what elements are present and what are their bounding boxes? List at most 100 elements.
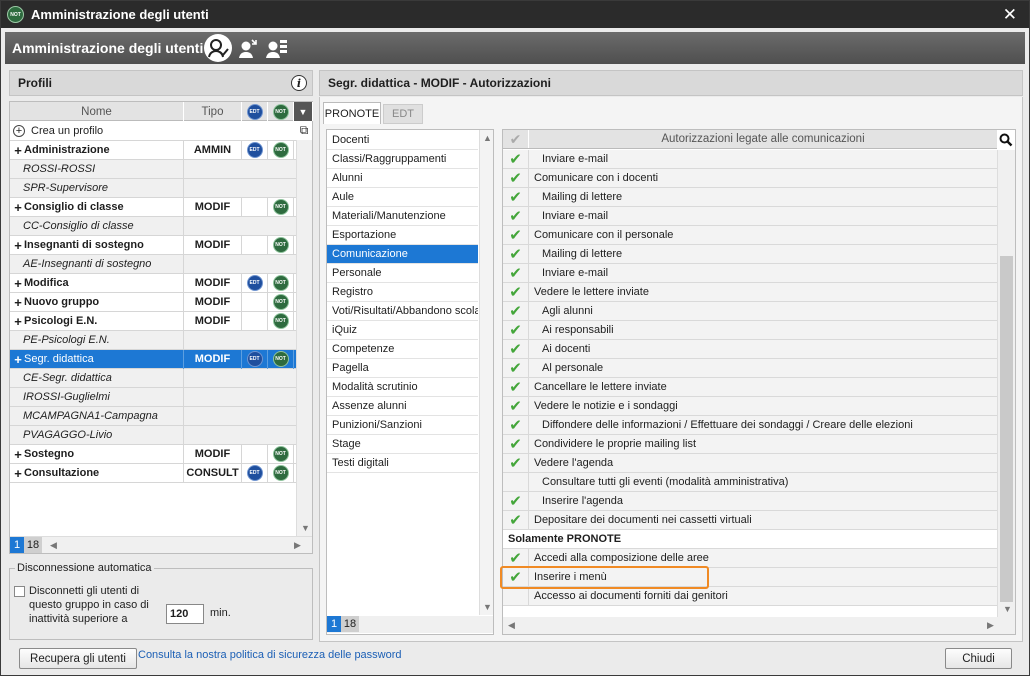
recover-users-button[interactable]: Recupera gli utenti — [19, 648, 137, 669]
profile-member-row[interactable]: IROSSI-Guglielmi — [10, 387, 296, 407]
category-item[interactable]: Aule — [327, 188, 478, 207]
checkmark-icon[interactable]: ✔ — [503, 415, 529, 435]
profile-member-row[interactable]: MCAMPAGNA1-Campagna — [10, 406, 296, 426]
scroll-down-icon[interactable]: ▼ — [301, 523, 310, 533]
permission-row[interactable]: ✔ Ai responsabili — [503, 320, 997, 340]
authorizations-vscroll[interactable]: ▼ — [997, 150, 1015, 617]
category-item[interactable]: Esportazione — [327, 226, 478, 245]
permission-row[interactable]: ✔ Condividere le proprie mailing list — [503, 434, 997, 454]
profile-member-row[interactable]: SPR-Supervisore — [10, 178, 296, 198]
check-all-icon[interactable]: ✔ — [503, 130, 529, 148]
search-icon[interactable] — [997, 130, 1015, 149]
category-item[interactable]: Punizioni/Sanzioni — [327, 416, 478, 435]
not-cell[interactable]: NOT — [268, 463, 294, 483]
users-profile-icon[interactable] — [204, 34, 232, 62]
category-item[interactable]: Assenze alunni — [327, 397, 478, 416]
col-nome[interactable]: Nome — [10, 102, 184, 121]
edt-cell[interactable] — [242, 235, 268, 255]
category-item[interactable]: iQuiz — [327, 321, 478, 340]
permission-checkbox[interactable] — [503, 472, 529, 492]
permission-checkbox[interactable] — [503, 586, 529, 606]
checkmark-icon[interactable]: ✔ — [503, 320, 529, 340]
checkmark-icon[interactable]: ✔ — [503, 206, 529, 226]
category-item[interactable]: Docenti — [327, 131, 478, 150]
checkmark-icon[interactable]: ✔ — [503, 358, 529, 378]
permission-row[interactable]: ✔ Ai docenti — [503, 339, 997, 359]
category-item[interactable]: Materiali/Manutenzione — [327, 207, 478, 226]
permission-row[interactable]: ✔ Al personale — [503, 358, 997, 378]
expand-icon[interactable]: + — [12, 447, 24, 462]
checkmark-icon[interactable]: ✔ — [503, 434, 529, 454]
category-item[interactable]: Alunni — [327, 169, 478, 188]
scroll-right-icon[interactable]: ▶ — [987, 620, 994, 631]
permission-row[interactable]: ✔ Agli alunni — [503, 301, 997, 321]
profiles-vscroll[interactable]: ▼ — [296, 140, 312, 536]
checkmark-icon[interactable]: ✔ — [503, 225, 529, 245]
category-item[interactable]: Competenze — [327, 340, 478, 359]
permission-row[interactable]: ✔ Vedere l'agenda — [503, 453, 997, 473]
permission-row[interactable]: ✔ Diffondere delle informazioni / Effettu… — [503, 415, 997, 435]
profile-member-row[interactable]: CC-Consiglio di classe — [10, 216, 296, 236]
edt-cell[interactable]: EDT — [242, 463, 268, 483]
col-edt[interactable]: EDT — [242, 102, 268, 121]
profile-group-row[interactable]: + Insegnanti di sostegno MODIF NOT — [10, 235, 296, 255]
permission-row[interactable]: ✔ Comunicare con il personale — [503, 225, 997, 245]
category-item[interactable]: Registro — [327, 283, 478, 302]
edt-cell[interactable]: EDT — [242, 273, 268, 293]
profile-group-row[interactable]: + Administrazione AMMIN EDT NOT — [10, 140, 296, 160]
edt-cell[interactable] — [242, 292, 268, 312]
permission-row[interactable]: ✔ Inviare e-mail — [503, 149, 997, 169]
permission-row[interactable]: ✔ Inserire l'agenda — [503, 491, 997, 511]
checkmark-icon[interactable]: ✔ — [503, 263, 529, 283]
col-not[interactable]: NOT — [268, 102, 294, 121]
not-cell[interactable]: NOT — [268, 235, 294, 255]
expand-icon[interactable]: + — [12, 466, 24, 481]
scroll-thumb[interactable] — [1000, 256, 1013, 602]
profile-member-row[interactable]: PVAGAGGO-Livio — [10, 425, 296, 445]
checkmark-icon[interactable]: ✔ — [503, 168, 529, 188]
expand-icon[interactable]: + — [12, 276, 24, 291]
edt-cell[interactable] — [242, 444, 268, 464]
category-item[interactable]: Pagella — [327, 359, 478, 378]
not-cell[interactable]: NOT — [268, 311, 294, 331]
profile-group-row[interactable]: + Psicologi E.N. MODIF NOT — [10, 311, 296, 331]
close-icon[interactable]: ✕ — [1003, 5, 1017, 25]
info-icon[interactable]: i — [291, 75, 307, 91]
checkmark-icon[interactable]: ✔ — [503, 339, 529, 359]
col-tipo[interactable]: Tipo — [184, 102, 242, 121]
not-cell[interactable]: NOT — [268, 197, 294, 217]
category-item[interactable]: Comunicazione — [327, 245, 478, 264]
not-cell[interactable]: NOT — [268, 349, 294, 369]
profile-group-row[interactable]: + Segr. didattica MODIF EDT NOT — [10, 349, 296, 369]
category-item[interactable]: Modalità scrutinio — [327, 378, 478, 397]
category-item[interactable]: Personale — [327, 264, 478, 283]
profile-group-row[interactable]: + Consiglio di classe MODIF NOT — [10, 197, 296, 217]
edt-cell[interactable]: EDT — [242, 349, 268, 369]
pager-current[interactable]: 1 — [10, 537, 24, 553]
profile-member-row[interactable]: CE-Segr. didattica — [10, 368, 296, 388]
permission-row[interactable]: ✔ Cancellare le lettere inviate — [503, 377, 997, 397]
checkmark-icon[interactable]: ✔ — [503, 396, 529, 416]
permission-row[interactable]: ✔ Inviare e-mail — [503, 263, 997, 283]
password-policy-link[interactable]: Consulta la nostra politica di sicurezza… — [138, 649, 402, 661]
profile-group-row[interactable]: + Consultazione CONSULT EDT NOT — [10, 463, 296, 483]
profile-group-row[interactable]: + Sostegno MODIF NOT — [10, 444, 296, 464]
auto-disconnect-checkbox[interactable] — [14, 586, 25, 597]
checkmark-icon[interactable]: ✔ — [503, 301, 529, 321]
profile-group-row[interactable]: + Nuovo gruppo MODIF NOT — [10, 292, 296, 312]
not-cell[interactable]: NOT — [268, 140, 294, 160]
expand-icon[interactable]: + — [12, 200, 24, 215]
category-item[interactable]: Classi/Raggruppamenti — [327, 150, 478, 169]
category-item[interactable]: Voti/Risultati/Abbandono scolastico — [327, 302, 478, 321]
permission-row[interactable]: ✔ Depositare dei documenti nei cassetti v… — [503, 510, 997, 530]
scroll-down-icon[interactable]: ▼ — [1003, 604, 1012, 614]
tab-pronote[interactable]: PRONOTE — [323, 102, 381, 124]
categories-vscroll[interactable]: ▲ ▼ — [479, 130, 493, 615]
checkmark-icon[interactable]: ✔ — [503, 244, 529, 264]
expand-icon[interactable]: + — [12, 238, 24, 253]
close-button[interactable]: Chiudi — [945, 648, 1012, 669]
scroll-left-icon[interactable]: ◀ — [50, 540, 57, 551]
checkmark-icon[interactable]: ✔ — [503, 377, 529, 397]
checkmark-icon[interactable]: ✔ — [503, 149, 529, 169]
users-transfer-icon[interactable] — [235, 34, 263, 62]
